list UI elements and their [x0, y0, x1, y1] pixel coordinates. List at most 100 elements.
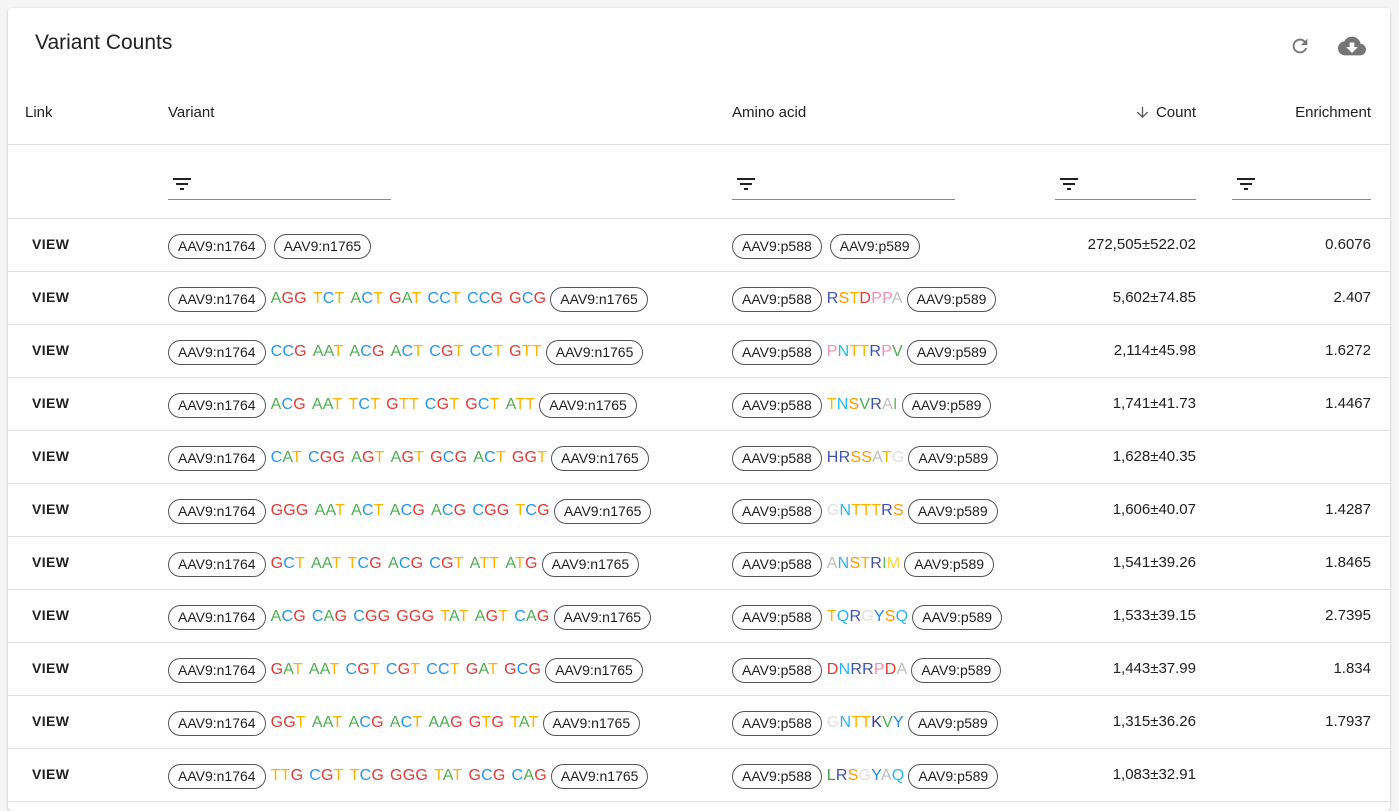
view-link[interactable]: VIEW	[32, 395, 69, 411]
view-link[interactable]: VIEW	[32, 501, 69, 517]
view-link[interactable]: VIEW	[32, 342, 69, 358]
table-row: VIEW AAV9:n1764 GGT AAT ACG ACT AAG GTG TAT AAV9:…	[8, 696, 1390, 749]
aa-end-chip[interactable]: AAV9:p589	[901, 392, 992, 418]
count-cell: 1,741±41.73	[1112, 395, 1196, 412]
amino-acid-cell: AAV9:p588 ANSTRIM AAV9:p589	[732, 551, 995, 577]
variant-end-chip[interactable]: AAV9:n1765	[550, 763, 649, 789]
codon: ACG	[270, 608, 306, 625]
variant-end-chip[interactable]: AAV9:n1765	[542, 710, 641, 736]
enrichment-filter-input[interactable]	[1232, 168, 1371, 200]
variant-start-chip[interactable]: AAV9:n1764	[168, 710, 266, 736]
variant-start-chip[interactable]: AAV9:n1764	[168, 657, 266, 683]
view-link[interactable]: VIEW	[32, 766, 69, 782]
sort-descending-icon[interactable]	[1134, 104, 1151, 121]
refresh-icon[interactable]	[1286, 32, 1314, 60]
view-link[interactable]: VIEW	[32, 660, 69, 676]
aa-start-chip[interactable]: AAV9:p588	[732, 604, 822, 630]
view-link[interactable]: VIEW	[32, 448, 69, 464]
codon: CAG	[311, 608, 348, 625]
count-cell: 1,315±36.26	[1112, 713, 1196, 730]
codon: CGG	[472, 502, 510, 519]
aa-start-chip[interactable]: AAV9:p588	[732, 551, 822, 577]
enrichment-cell: 2.407	[1333, 289, 1371, 306]
count-filter-input[interactable]	[1055, 168, 1196, 200]
codon: AGT	[351, 449, 385, 466]
count-cell: 1,541±39.26	[1112, 554, 1196, 571]
aa-end-chip[interactable]: AAV9:p589	[907, 498, 998, 524]
view-link[interactable]: VIEW	[32, 713, 69, 729]
column-header-variant[interactable]: Variant	[168, 104, 214, 121]
aa-start-chip[interactable]: AAV9:p588	[732, 286, 822, 312]
enrichment-cell: 1.834	[1333, 660, 1371, 677]
view-link[interactable]: VIEW	[32, 554, 69, 570]
variant-end-chip[interactable]: AAV9:n1765	[551, 445, 649, 471]
aa-end-chip[interactable]: AAV9:p589	[912, 604, 1003, 630]
aa-end-chip[interactable]: AAV9:p589	[908, 445, 999, 471]
codon: GAT	[270, 661, 303, 678]
variant-start-chip[interactable]: AAV9:n1764	[168, 339, 266, 365]
column-header-enrichment[interactable]: Enrichment	[1295, 104, 1371, 121]
aa-start-chip[interactable]: AAV9:p588	[732, 763, 822, 789]
row-divider	[8, 801, 1390, 802]
variant-end-chip[interactable]: AAV9:n1765	[553, 498, 652, 524]
variant-start-chip[interactable]: AAV9:n1764	[168, 763, 266, 789]
variant-end-chip[interactable]: AAV9:n1765	[539, 392, 637, 418]
column-header-count[interactable]: Count	[1134, 104, 1196, 121]
aa-start-chip[interactable]: AAV9:p588	[732, 233, 822, 259]
variant-start-chip[interactable]: AAV9:n1764	[168, 392, 266, 418]
aa-start-chip[interactable]: AAV9:p588	[732, 710, 822, 736]
aa-start-chip[interactable]: AAV9:p588	[732, 445, 822, 471]
codon: CGT	[345, 661, 380, 678]
aa-end-chip[interactable]: AAV9:p589	[906, 286, 997, 312]
codon: ACG	[431, 502, 467, 519]
variant-end-chip[interactable]: AAV9:n1765	[545, 657, 643, 683]
variant-start-chip[interactable]: AAV9:n1764	[168, 498, 266, 524]
amino-acid-filter-input[interactable]	[732, 168, 955, 200]
codon: TCT	[312, 290, 345, 307]
aa-end-chip[interactable]: AAV9:p589	[907, 710, 998, 736]
view-link[interactable]: VIEW	[32, 236, 69, 252]
codon: CAG	[511, 767, 547, 784]
variant-end-chip[interactable]: AAV9:n1765	[273, 233, 372, 259]
variant-end-chip[interactable]: AAV9:n1765	[541, 551, 640, 577]
nucleotide-sequence: GCT AAT TCG ACG CGT ATT ATG	[271, 555, 538, 573]
nucleotide-sequence: CAT CGG AGT AGT GCG ACT GGT	[271, 449, 548, 467]
aa-end-chip[interactable]: AAV9:p589	[906, 339, 997, 365]
cloud-download-icon[interactable]	[1338, 32, 1366, 60]
view-link[interactable]: VIEW	[32, 607, 69, 623]
view-link[interactable]: VIEW	[32, 289, 69, 305]
aa-end-chip[interactable]: AAV9:p589	[911, 657, 1002, 683]
variant-cell: AAV9:n1764 CCG AAT ACG ACT CGT CCT GTT AAV9:n176…	[168, 339, 644, 365]
variant-end-chip[interactable]: AAV9:n1765	[550, 286, 648, 312]
codon: ACT	[390, 343, 424, 360]
aa-start-chip[interactable]: AAV9:p588	[732, 657, 822, 683]
count-cell: 1,606±40.07	[1112, 501, 1196, 518]
aa-start-chip[interactable]: AAV9:p588	[732, 498, 822, 524]
variant-start-chip[interactable]: AAV9:n1764	[168, 286, 266, 312]
aa-start-chip[interactable]: AAV9:p588	[732, 339, 822, 365]
variant-cell: AAV9:n1764 GGT AAT ACG ACT AAG GTG TAT AAV9:n176…	[168, 710, 641, 736]
aa-start-chip[interactable]: AAV9:p588	[732, 392, 822, 418]
variant-end-chip[interactable]: AAV9:n1765	[545, 339, 644, 365]
aa-end-chip[interactable]: AAV9:p589	[829, 233, 920, 259]
amino-acid-sequence: RSTDPPA	[826, 290, 903, 307]
amino-acid-cell: AAV9:p588 TQRGYSQ AAV9:p589	[732, 604, 1003, 630]
variant-start-chip[interactable]: AAV9:n1764	[168, 551, 266, 577]
codon: CGT	[385, 661, 421, 678]
codon: GTT	[509, 343, 542, 360]
aa-end-chip[interactable]: AAV9:p589	[904, 551, 995, 577]
variant-start-chip[interactable]: AAV9:n1764	[168, 233, 266, 259]
variant-end-chip[interactable]: AAV9:n1765	[553, 604, 652, 630]
column-header-amino-acid[interactable]: Amino acid	[732, 104, 806, 121]
variant-filter-input[interactable]	[168, 168, 391, 200]
filter-icon	[173, 178, 191, 190]
codon: ACT	[351, 502, 384, 519]
amino-acid-cell: AAV9:p588 TNSVRAI AAV9:p589	[732, 392, 992, 418]
codon: GTG	[468, 714, 505, 731]
filter-icon	[1237, 178, 1255, 190]
variant-start-chip[interactable]: AAV9:n1764	[168, 445, 266, 471]
enrichment-cell: 1.4287	[1325, 501, 1371, 518]
aa-end-chip[interactable]: AAV9:p589	[908, 763, 999, 789]
variant-start-chip[interactable]: AAV9:n1764	[168, 604, 266, 630]
amino-acid-cell: AAV9:p588 GNTTKVY AAV9:p589	[732, 710, 998, 736]
